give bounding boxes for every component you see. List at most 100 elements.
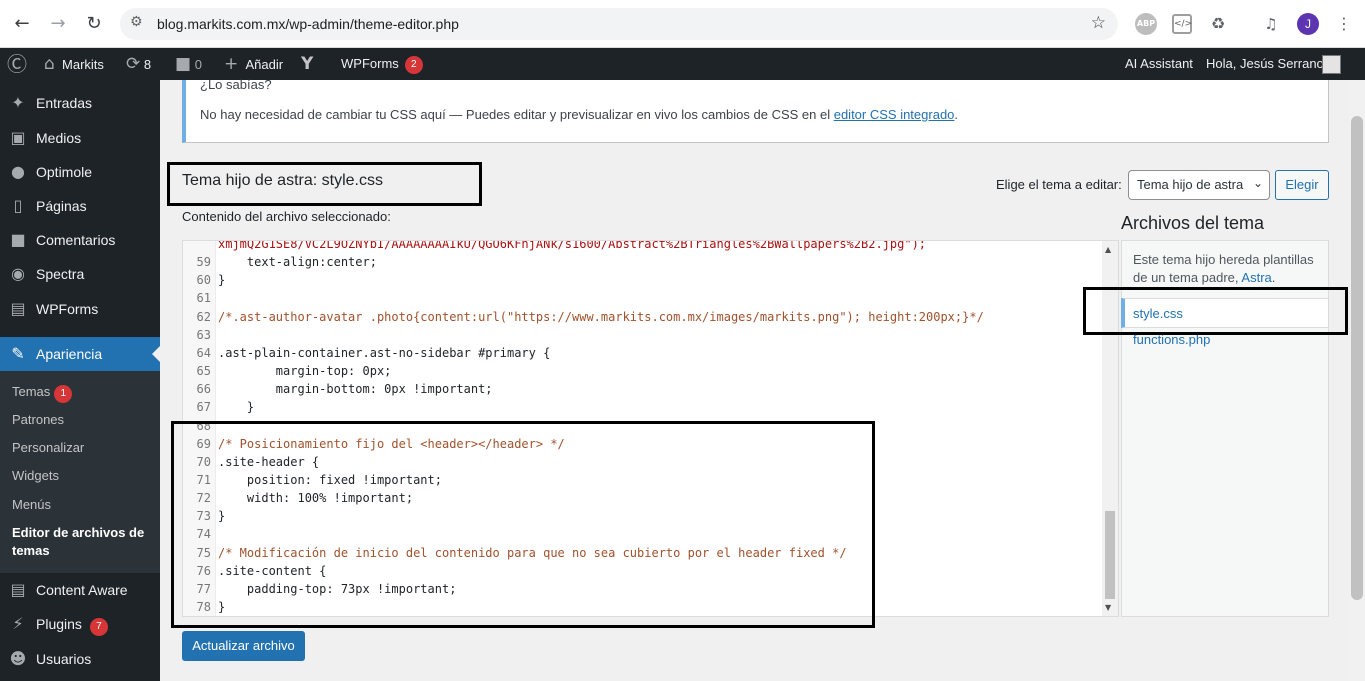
line-number: 66 [196,382,211,397]
submenu-patrones[interactable]: Patrones [12,411,64,429]
admin-sidebar: ✦ Entradas ▣ Medios ● Optimole ▯ Páginas… [0,80,160,681]
address-bar[interactable]: ⚙ blog.markits.com.mx/wp-admin/theme-edi… [120,8,1118,40]
file-content-label: Contenido del archivo seleccionado: [182,209,391,224]
notice-text-before: No hay necesidad de cambiar tu CSS aquí … [200,107,834,122]
ai-assistant-link[interactable]: AI Assistant [1125,48,1193,80]
optimole-icon: ● [11,162,25,181]
line-code: /*.ast-author-avatar .photo{content:url(… [218,309,984,324]
choose-theme-button[interactable]: Elegir [1275,170,1329,200]
comments-count: 0 [194,57,202,72]
submenu-temas-label: Temas [12,384,51,399]
editor-scrollbar-thumb[interactable] [1105,511,1115,599]
updates-count: 8 [143,57,152,72]
line-code: } [218,400,255,415]
reload-icon[interactable]: ↻ [82,12,106,36]
sidebar-item-entradas[interactable]: ✦ Entradas [0,86,160,120]
browser-toolbar: ← → ↻ ⚙ blog.markits.com.mx/wp-admin/the… [0,0,1365,48]
sidebar-item-medios[interactable]: ▣ Medios [0,121,160,155]
site-name-link[interactable]: ⌂ Markits [44,48,104,80]
pin-icon: ✦ [11,93,25,112]
submenu-temas[interactable]: Temas 1 [12,383,73,403]
updates-link[interactable]: ⟳ 8 [126,48,151,80]
sidebar-item-wpforms[interactable]: ▤ WPForms [0,292,160,326]
sidebar-item-content-aware[interactable]: ▤ Content Aware [0,573,160,607]
css-editor-notice: ¿Lo sabías? No hay necesidad de cambiar … [182,77,1329,143]
highlight-box-title [167,162,482,206]
line-number: 61 [196,291,211,306]
adblock-extension-icon[interactable]: ABP [1135,13,1157,35]
sidebar-item-comentarios[interactable]: ■ Comentarios [0,223,160,257]
highlight-box-file [1083,287,1348,335]
plus-icon: + [224,54,239,74]
sidebar-item-apariencia[interactable]: ✎ Apariencia [0,337,160,371]
page-scrollbar[interactable] [1349,80,1365,681]
comments-link[interactable]: ■ 0 [175,48,202,80]
sidebar-item-label: Optimole [36,164,93,180]
notice-text: No hay necesidad de cambiar tu CSS aquí … [200,107,958,122]
pages-icon: ▯ [13,196,23,215]
line-number: 65 [196,364,211,379]
forward-icon[interactable]: → [46,12,70,36]
url-text[interactable]: blog.markits.com.mx/wp-admin/theme-edito… [157,16,459,32]
sidebar-item-label: Comentarios [36,232,116,248]
comment-bubble-icon: ■ [175,54,192,74]
new-content-label: Añadir [245,57,284,72]
line-number: 63 [196,327,211,342]
account-greeting[interactable]: Hola, Jesús Serrano [1206,48,1324,80]
sidebar-item-optimole[interactable]: ● Optimole [0,155,160,189]
sidebar-item-plugins[interactable]: ⚡ Plugins 7 [0,607,160,641]
wpforms-badge: 2 [404,55,423,74]
line-number: 59 [196,255,211,270]
sidebar-item-spectra[interactable]: ◉ Spectra [0,257,160,291]
code-extension-icon[interactable]: </> [1172,14,1192,34]
scroll-up-icon[interactable]: ▲ [1105,245,1111,254]
site-info-icon[interactable]: ⚙ [130,14,143,30]
page-scrollbar-thumb[interactable] [1351,116,1363,600]
line-code: text-align:center; [218,255,377,270]
line-number: 67 [196,400,211,415]
theme-select-value: Tema hijo de astra [1137,177,1244,192]
bookmark-star-icon[interactable]: ☆ [1091,13,1106,33]
submenu-personalizar[interactable]: Personalizar [12,439,84,457]
line-code: xmjmQ2G1SE8/VC2L9OZNYbI/AAAAAAAAIkU/QGO6… [218,240,927,251]
line-code: .ast-plain-container.ast-no-sidebar #pri… [218,345,551,360]
back-icon[interactable]: ← [10,12,34,36]
notice-text-after: . [954,107,959,122]
users-icon: ☻ [9,649,27,668]
sidebar-item-paginas[interactable]: ▯ Páginas [0,189,160,223]
css-editor-link[interactable]: editor CSS integrado [834,107,955,122]
line-code: margin-top: 0px; [218,364,392,379]
brush-icon: ✎ [11,344,25,363]
wpforms-link[interactable]: WPForms 2 [341,48,423,80]
submenu-menus[interactable]: Menús [12,496,51,514]
choose-theme-label: Elige el tema a editar: [996,177,1122,192]
yoast-icon[interactable]: Y [301,48,313,80]
content-aware-icon: ▤ [10,580,26,599]
new-content-link[interactable]: + Añadir [224,48,283,80]
temas-badge: 1 [54,385,73,403]
extensions-puzzle-icon[interactable]: ♻ [1207,13,1229,35]
submenu-widgets[interactable]: Widgets [12,467,59,485]
parent-theme-link[interactable]: Astra [1241,270,1271,285]
media-control-icon[interactable]: ♫ [1260,13,1282,35]
user-avatar[interactable] [1322,55,1341,74]
browser-menu-icon[interactable]: ⋮ [1333,13,1355,35]
line-code: } [218,273,226,288]
theme-files-description: Este tema hijo hereda plantillas de un t… [1133,251,1323,287]
wordpress-logo-icon[interactable]: Ⓒ [7,48,27,80]
profile-avatar[interactable]: J [1297,13,1319,35]
scroll-down-icon[interactable]: ▼ [1105,603,1111,612]
home-icon: ⌂ [44,54,55,74]
site-name-label: Markits [62,57,104,72]
sidebar-item-usuarios[interactable]: ☻ Usuarios [0,642,160,676]
update-file-button[interactable]: Actualizar archivo [182,631,305,661]
submenu-editor-archivos[interactable]: Editor de archivos de temas [12,524,152,560]
spectra-icon: ◉ [11,264,25,283]
sidebar-item-label: WPForms [36,301,99,317]
updates-icon: ⟳ [126,54,141,74]
wpforms-label: WPForms [341,56,399,71]
plugins-icon: ⚡ [12,614,24,633]
comments-icon: ■ [10,230,26,249]
theme-select[interactable]: Tema hijo de astra ⌄ [1128,170,1270,200]
theme-files-desc-end: . [1271,270,1276,285]
